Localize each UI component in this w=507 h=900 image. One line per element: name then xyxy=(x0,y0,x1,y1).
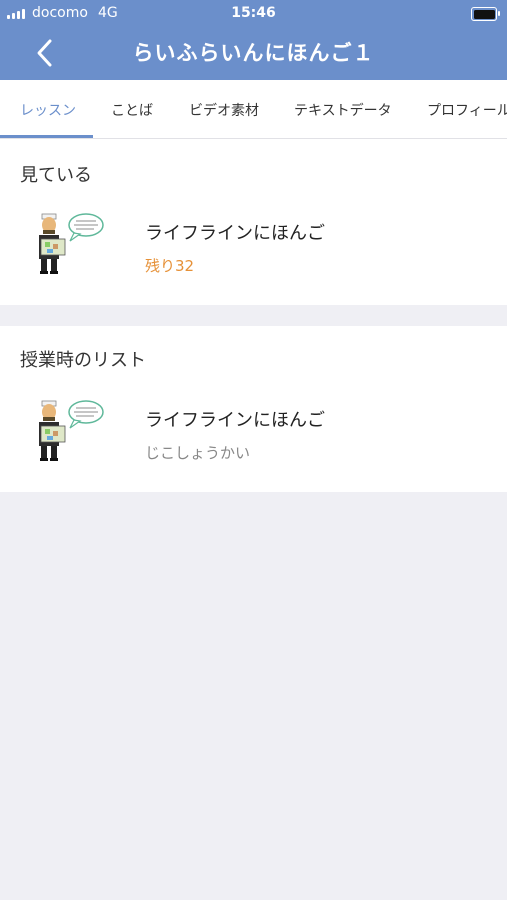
class-list-section: 授業時のリスト ライフラインにほんご じこしょうかい xyxy=(0,326,507,492)
lesson-thumbnail xyxy=(39,213,104,274)
remaining-count: 残り32 xyxy=(145,257,195,275)
tab-video-material[interactable]: ビデオ素材 xyxy=(189,100,259,120)
item-title: ライフラインにほんご xyxy=(145,223,325,244)
lesson-thumbnail xyxy=(39,400,104,461)
active-tab-indicator xyxy=(0,135,93,138)
status-bar: docomo 4G 15:46 xyxy=(0,0,507,28)
tab-bar: レッスン ことば ビデオ素材 テキストデータ プロフィール xyxy=(0,80,507,139)
section-title-watching: 見ている xyxy=(20,165,92,186)
tab-words[interactable]: ことば xyxy=(111,100,153,120)
item-title: ライフラインにほんご xyxy=(145,410,325,431)
status-time: 15:46 xyxy=(231,5,276,21)
page-title: らいふらいんにほんご１ xyxy=(132,41,375,65)
battery-icon xyxy=(471,7,500,21)
watching-section: 見ている ライフラインにほんご 残り32 xyxy=(0,139,507,305)
list-item[interactable]: ライフラインにほんご 残り32 xyxy=(0,205,507,297)
tab-text-data[interactable]: テキストデータ xyxy=(294,100,392,120)
list-item[interactable]: ライフラインにほんご じこしょうかい xyxy=(0,392,507,484)
item-subtitle: じこしょうかい xyxy=(145,444,251,462)
tab-lesson[interactable]: レッスン xyxy=(20,100,76,120)
nav-header: docomo 4G 15:46 らいふらいんにほんご１ xyxy=(0,0,507,80)
tab-profile[interactable]: プロフィール xyxy=(427,100,507,120)
section-title-class-list: 授業時のリスト xyxy=(20,350,146,371)
